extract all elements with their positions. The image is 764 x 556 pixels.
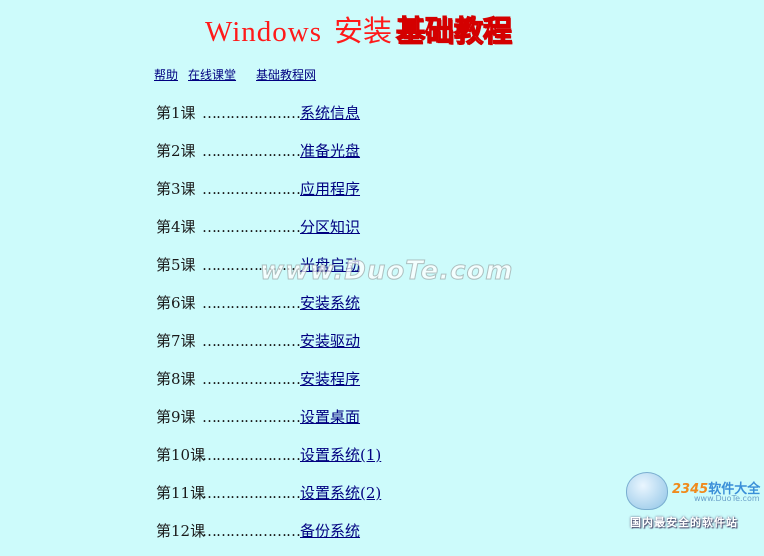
leader-dots: …………………	[202, 180, 300, 198]
title-windows: Windows	[205, 16, 322, 48]
lesson-item: 第10课………………… 设置系统(1)	[156, 442, 381, 480]
lesson-link[interactable]: 设置桌面	[300, 404, 360, 430]
lesson-item: 第12课………………… 备份系统	[156, 518, 381, 556]
leader-dots: …………………	[202, 484, 300, 502]
lesson-number: 第6课	[156, 294, 196, 312]
leader-dots: …………………	[202, 446, 300, 464]
lesson-list: 第1课………………… 系统信息 第2课………………… 准备光盘 第3课……………………	[156, 100, 381, 556]
logo-slogan: 国内最安全的软件站	[630, 516, 738, 529]
lesson-number: 第8课	[156, 370, 196, 388]
lesson-link[interactable]: 安装驱动	[300, 328, 360, 354]
lesson-item: 第11课………………… 设置系统(2)	[156, 480, 381, 518]
leader-dots: …………………	[202, 104, 300, 122]
logo-site: www.DuoTe.com	[694, 494, 760, 503]
lesson-item: 第1课 ………………… 系统信息	[156, 100, 381, 138]
page-title: Windows 安装 基础教程	[205, 12, 513, 52]
lesson-item: 第2课 ………………… 准备光盘	[156, 138, 381, 176]
lesson-number: 第1课	[156, 104, 196, 122]
lesson-link[interactable]: 备份系统	[300, 518, 360, 544]
lesson-number: 第7课	[156, 332, 196, 350]
lesson-link[interactable]: 系统信息	[300, 100, 360, 126]
lesson-item: 第7课 ………………… 安装驱动	[156, 328, 381, 366]
lesson-number: 第3课	[156, 180, 196, 198]
corner-logo: 2345软件大全 www.DuoTe.com 国内最安全的软件站	[620, 470, 760, 532]
leader-dots: …………………	[202, 332, 300, 350]
lesson-link[interactable]: 安装程序	[300, 366, 360, 392]
lesson-item: 第4课 ………………… 分区知识	[156, 214, 381, 252]
leader-dots: …………………	[202, 142, 300, 160]
lesson-link[interactable]: 应用程序	[300, 176, 360, 202]
lesson-item: 第3课 ………………… 应用程序	[156, 176, 381, 214]
leader-dots: …………………	[202, 370, 300, 388]
leader-dots: …………………	[202, 218, 300, 236]
lesson-item: 第9课 ………………… 设置桌面	[156, 404, 381, 442]
lesson-number: 第5课	[156, 256, 196, 274]
title-basic-tutorial: 基础教程	[395, 15, 513, 48]
top-links: 帮助 在线课堂 基础教程网	[154, 66, 326, 84]
lesson-link[interactable]: 分区知识	[300, 214, 360, 240]
leader-dots: …………………	[202, 522, 300, 540]
lesson-number: 第4课	[156, 218, 196, 236]
lesson-item: 第8课 ………………… 安装程序	[156, 366, 381, 404]
online-class-link[interactable]: 在线课堂	[188, 68, 236, 82]
lesson-link[interactable]: 设置系统(1)	[300, 442, 381, 468]
lesson-item: 第6课 ………………… 安装系统	[156, 290, 381, 328]
tutorial-site-link[interactable]: 基础教程网	[256, 68, 316, 82]
leader-dots: …………………	[202, 408, 300, 426]
watermark: www.DuoTe.com	[260, 256, 514, 287]
title-install: 安装	[334, 16, 393, 48]
lesson-number: 第11课	[156, 484, 206, 502]
lesson-number: 第2课	[156, 142, 196, 160]
lesson-number: 第10课	[156, 446, 206, 464]
lesson-link[interactable]: 准备光盘	[300, 138, 360, 164]
lesson-link[interactable]: 安装系统	[300, 290, 360, 316]
mascot-icon	[626, 472, 668, 510]
leader-dots: …………………	[202, 294, 300, 312]
lesson-number: 第12课	[156, 522, 206, 540]
lesson-number: 第9课	[156, 408, 196, 426]
lesson-link[interactable]: 设置系统(2)	[300, 480, 381, 506]
help-link[interactable]: 帮助	[154, 68, 178, 82]
